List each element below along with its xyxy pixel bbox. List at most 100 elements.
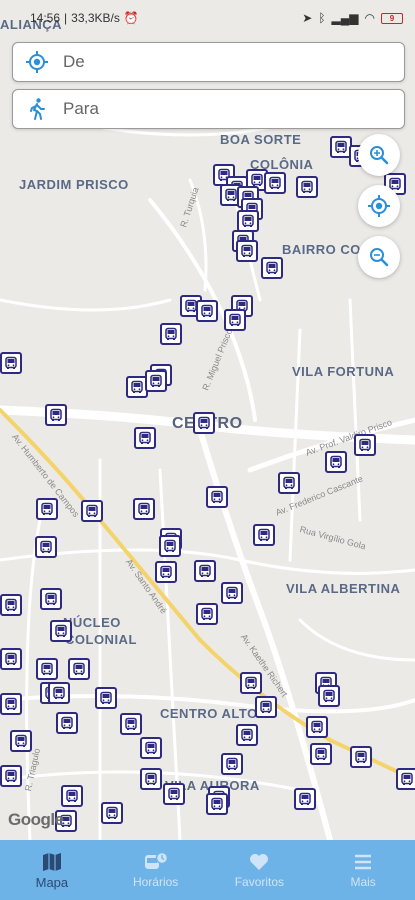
bus-icon <box>5 598 17 611</box>
destination-field[interactable] <box>12 89 405 129</box>
bus-schedule-icon <box>144 851 168 869</box>
bus-marker[interactable] <box>253 524 275 546</box>
status-bar: 14:56 | 33,3KB/s ⏰ ➤ ᛒ ▂▄▆ ◠ 9 <box>0 0 415 36</box>
zoom-in-button[interactable] <box>358 134 400 176</box>
bus-icon <box>225 188 237 201</box>
bus-marker[interactable] <box>140 737 162 759</box>
bus-marker[interactable] <box>120 713 142 735</box>
bus-marker[interactable] <box>196 300 218 322</box>
bus-marker[interactable] <box>35 536 57 558</box>
nav-item-more[interactable]: Mais <box>311 840 415 900</box>
bus-marker[interactable] <box>306 716 328 738</box>
bus-icon <box>226 757 238 770</box>
bus-marker[interactable] <box>0 594 22 616</box>
google-attribution: Google <box>8 810 64 829</box>
bus-icon <box>330 455 342 468</box>
heart-icon <box>250 854 269 870</box>
bus-marker[interactable] <box>240 672 262 694</box>
battery-icon: 9 <box>381 12 403 24</box>
nav-item-favorites[interactable]: Favoritos <box>208 840 312 900</box>
bus-marker[interactable] <box>81 500 103 522</box>
bus-marker[interactable] <box>278 472 300 494</box>
district-label: JARDIM PRISCO <box>19 177 129 192</box>
zoom-out-button[interactable] <box>358 236 400 278</box>
bus-marker[interactable] <box>155 561 177 583</box>
bus-marker[interactable] <box>296 176 318 198</box>
bus-marker[interactable] <box>206 486 228 508</box>
nav-label: Mapa <box>35 874 69 890</box>
bus-marker[interactable] <box>206 793 228 815</box>
bus-marker[interactable] <box>101 802 123 824</box>
location-icon: ➤ <box>302 11 313 25</box>
destination-input[interactable] <box>63 99 363 119</box>
bus-marker[interactable] <box>294 788 316 810</box>
bus-marker[interactable] <box>61 785 83 807</box>
bus-marker[interactable] <box>236 240 258 262</box>
bus-marker[interactable] <box>133 498 155 520</box>
my-location-button[interactable] <box>358 185 400 227</box>
bus-marker[interactable] <box>350 746 372 768</box>
bus-icon <box>66 789 78 802</box>
bus-icon <box>335 140 347 153</box>
bus-marker[interactable] <box>325 451 347 473</box>
origin-input[interactable] <box>63 52 363 72</box>
bus-marker[interactable] <box>255 696 277 718</box>
bus-marker[interactable] <box>145 370 167 392</box>
bus-icon <box>5 356 17 369</box>
bus-marker[interactable] <box>237 210 259 232</box>
bus-icon <box>201 607 213 620</box>
bus-marker[interactable] <box>68 658 90 680</box>
bus-marker[interactable] <box>159 535 181 557</box>
bus-marker[interactable] <box>95 687 117 709</box>
nav-item-map[interactable]: Mapa <box>0 840 104 900</box>
bus-marker[interactable] <box>163 783 185 805</box>
bus-icon <box>138 502 150 515</box>
bus-icon <box>299 792 311 805</box>
bus-marker[interactable] <box>160 323 182 345</box>
bus-marker[interactable] <box>354 434 376 456</box>
bus-marker[interactable] <box>261 257 283 279</box>
bus-icon <box>160 565 172 578</box>
bus-marker[interactable] <box>140 768 162 790</box>
bus-marker[interactable] <box>50 620 72 642</box>
bus-marker[interactable] <box>134 427 156 449</box>
bus-icon <box>55 624 67 637</box>
bus-icon <box>61 716 73 729</box>
status-separator: | <box>64 11 68 25</box>
bus-marker[interactable] <box>56 712 78 734</box>
bus-icon <box>45 592 57 605</box>
bus-marker[interactable] <box>396 768 415 790</box>
bus-marker[interactable] <box>264 172 286 194</box>
bus-marker[interactable] <box>48 682 70 704</box>
bus-marker[interactable] <box>36 498 58 520</box>
origin-field[interactable] <box>12 42 405 82</box>
nav-label: Favoritos <box>234 875 285 889</box>
bus-marker[interactable] <box>224 309 246 331</box>
bus-marker[interactable] <box>40 588 62 610</box>
bus-icon <box>301 180 313 193</box>
bus-icon <box>315 747 327 760</box>
bluetooth-icon: ᛒ <box>318 11 326 25</box>
bus-marker[interactable] <box>0 648 22 670</box>
bus-marker[interactable] <box>236 724 258 746</box>
bus-marker[interactable] <box>36 658 58 680</box>
bus-marker[interactable] <box>0 352 22 374</box>
bus-marker[interactable] <box>318 685 340 707</box>
bus-marker[interactable] <box>193 412 215 434</box>
bus-icon <box>165 327 177 340</box>
bus-icon <box>86 504 98 517</box>
bus-marker[interactable] <box>221 582 243 604</box>
nav-item-schedules[interactable]: Horários <box>104 840 208 900</box>
bus-marker[interactable] <box>310 743 332 765</box>
bus-icon <box>211 797 223 810</box>
bus-icon <box>131 380 143 393</box>
bus-marker[interactable] <box>196 603 218 625</box>
bus-marker[interactable] <box>10 730 32 752</box>
bus-marker[interactable] <box>221 753 243 775</box>
bus-marker[interactable] <box>194 560 216 582</box>
bus-icon <box>125 717 137 730</box>
bus-icon <box>323 689 335 702</box>
bus-marker[interactable] <box>0 765 22 787</box>
bus-marker[interactable] <box>0 693 22 715</box>
bus-marker[interactable] <box>45 404 67 426</box>
